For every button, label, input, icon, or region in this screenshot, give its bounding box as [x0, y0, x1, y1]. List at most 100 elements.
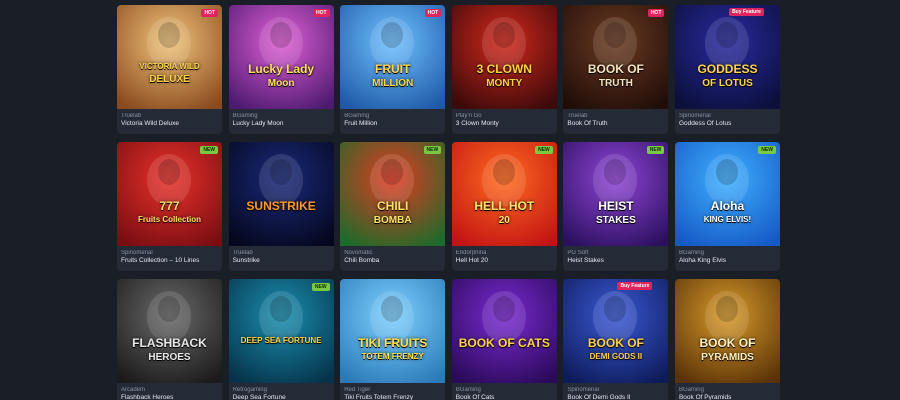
game-thumbnail[interactable]: Lucky Lady Moon HOT — [228, 5, 334, 109]
game-thumbnail[interactable]: BOOK OF TRUTH HOT — [563, 5, 669, 109]
game-name[interactable]: Heist Stakes — [567, 257, 664, 265]
game-thumbnail[interactable]: TIKI FRUITS TOTEM FRENZY — [340, 279, 446, 383]
game-name[interactable]: Deep Sea Fortune — [233, 394, 330, 400]
game-card-3-clown-monty[interactable]: 3 CLOWN MONTY Play'n Go 3 Clown Monty — [451, 5, 557, 134]
game-name[interactable]: Book Of Demi Gods II — [567, 394, 664, 400]
new-badge: NEW — [200, 146, 218, 154]
game-thumbnail[interactable]: BOOK OF DEMI GODS II Buy Feature — [563, 279, 669, 383]
game-thumbnail[interactable]: CHILI BOMBA NEW — [340, 142, 446, 246]
hot-badge: HOT — [313, 9, 330, 17]
game-card-heist-stakes[interactable]: HEIST STAKES NEW PG Soft Heist Stakes — [563, 142, 669, 271]
game-card-book-of-demi-gods-ii[interactable]: BOOK OF DEMI GODS II Buy Feature Spinome… — [563, 279, 669, 400]
game-card-book-of-pyramids[interactable]: BOOK OF PYRAMIDS BGaming Book Of Pyramid… — [674, 279, 780, 400]
game-name[interactable]: Book Of Truth — [567, 120, 664, 128]
new-badge: NEW — [535, 146, 553, 154]
game-thumbnail[interactable]: SUNSTRIKE — [228, 142, 334, 246]
game-name[interactable]: Fruits Collection – 10 Lines — [121, 257, 218, 265]
game-card-hell-hot-20[interactable]: HELL HOT 20 NEW Endorphina Hell Hot 20 — [451, 142, 557, 271]
game-card-flashback-heroes[interactable]: FLASHBACK HEROES Arcadem Flashback Heroe… — [117, 279, 222, 400]
hot-badge: HOT — [424, 9, 442, 17]
game-thumbnail[interactable]: HEIST STAKES NEW — [563, 142, 669, 246]
thumbnail-art — [563, 5, 669, 109]
game-meta: BGaming Lucky Lady Moon — [229, 109, 334, 128]
game-provider: PG Soft — [567, 250, 589, 256]
game-provider: Arcadem — [121, 387, 146, 393]
game-meta: Endorphina Hell Hot 20 — [452, 246, 557, 265]
game-name[interactable]: Tiki Fruits Totem Frenzy — [344, 394, 441, 400]
game-name[interactable]: Lucky Lady Moon — [233, 120, 330, 128]
thumbnail-art — [228, 5, 334, 109]
thumbnail-art — [340, 279, 446, 383]
game-card-fruits-collection-10-lines[interactable]: 777 Fruits Collection NEW Spinomenal Fru… — [117, 142, 222, 271]
game-thumbnail[interactable]: GODDESS OF LOTUS Buy Feature — [674, 5, 780, 109]
game-card-aloha-king-elvis[interactable]: Aloha KING ELVIS! NEW BGaming Aloha King… — [674, 142, 780, 271]
game-name[interactable]: Aloha King Elvis — [679, 257, 776, 265]
hot-badge: HOT — [647, 9, 665, 17]
new-badge: NEW — [646, 146, 665, 154]
game-logo-title: GODDESS — [697, 62, 758, 76]
game-name[interactable]: Hell Hot 20 — [456, 257, 553, 265]
game-logo-subtitle: BOMBA — [373, 215, 412, 226]
game-name[interactable]: Fruit Million — [344, 120, 441, 128]
thumbnail-art — [451, 142, 557, 246]
game-provider: BGaming — [232, 113, 258, 119]
game-thumbnail[interactable]: 777 Fruits Collection NEW — [117, 142, 222, 246]
game-card-lucky-lady-moon[interactable]: Lucky Lady Moon HOT BGaming Lucky Lady M… — [228, 5, 334, 134]
thumbnail-art — [228, 279, 334, 383]
game-provider: Spinomenal — [567, 387, 600, 393]
game-card-book-of-cats[interactable]: BOOK OF CATS BGaming Book Of Cats — [451, 279, 557, 400]
game-meta: Truelab Book Of Truth — [563, 109, 668, 128]
game-card-victoria-wild-deluxe[interactable]: VICTORIA WILD DELUXE HOT Truelab Victori… — [117, 5, 222, 134]
game-provider: Novomatic — [344, 250, 373, 256]
game-thumbnail[interactable]: BOOK OF PYRAMIDS — [674, 279, 780, 383]
game-card-goddess-of-lotus[interactable]: GODDESS OF LOTUS Buy Feature Spinomenal … — [674, 5, 780, 134]
game-logo-subtitle: KING ELVIS! — [703, 215, 752, 224]
game-card-tiki-fruits-totem-frenzy[interactable]: TIKI FRUITS TOTEM FRENZY Red Tiger Tiki … — [340, 279, 446, 400]
game-thumbnail[interactable]: VICTORIA WILD DELUXE HOT — [117, 5, 222, 109]
game-logo-title: FRUIT — [375, 62, 411, 76]
game-logo-subtitle: MONTY — [486, 78, 523, 89]
game-thumbnail[interactable]: DEEP SEA FORTUNE NEW — [228, 279, 334, 383]
game-meta: Retrogaming Deep Sea Fortune — [229, 383, 334, 400]
game-meta: BGaming Book Of Cats — [452, 383, 557, 400]
thumbnail-art — [563, 279, 669, 383]
game-card-sunstrike[interactable]: SUNSTRIKE Truelab Sunstrike — [228, 142, 334, 271]
game-name[interactable]: Goddess Of Lotus — [679, 120, 776, 128]
game-name[interactable]: Flashback Heroes — [121, 394, 218, 400]
game-thumbnail[interactable]: FLASHBACK HEROES — [117, 279, 222, 383]
thumbnail-art — [117, 142, 222, 246]
game-meta: BGaming Aloha King Elvis — [675, 246, 780, 265]
game-logo-title: HELL HOT — [474, 199, 535, 213]
buy-feature-badge: Buy Feature — [729, 8, 764, 16]
game-name[interactable]: 3 Clown Monty — [456, 120, 553, 128]
game-name[interactable]: Victoria Wild Deluxe — [121, 120, 218, 128]
game-logo-title: Aloha — [710, 199, 745, 213]
thumbnail-art — [228, 142, 334, 246]
game-provider: BGaming — [455, 387, 481, 393]
game-meta: BGaming Book Of Pyramids — [675, 383, 780, 400]
game-meta: Novomatic Chili Bomba — [340, 246, 445, 265]
game-name[interactable]: Book Of Pyramids — [679, 394, 776, 400]
game-meta: Red Tiger Tiki Fruits Totem Frenzy — [340, 383, 445, 400]
game-thumbnail[interactable]: BOOK OF CATS — [451, 279, 557, 383]
game-card-chili-bomba[interactable]: CHILI BOMBA NEW Novomatic Chili Bomba — [340, 142, 446, 271]
thumbnail-art — [674, 279, 780, 383]
game-card-fruit-million[interactable]: FRUIT MILLION HOT BGaming Fruit Million — [340, 5, 446, 134]
game-thumbnail[interactable]: FRUIT MILLION HOT — [340, 5, 446, 109]
game-card-deep-sea-fortune[interactable]: DEEP SEA FORTUNE NEW Retrogaming Deep Se… — [228, 279, 334, 400]
game-card-book-of-truth[interactable]: BOOK OF TRUTH HOT Truelab Book Of Truth — [563, 5, 669, 134]
new-badge: NEW — [423, 146, 442, 154]
game-thumbnail[interactable]: 3 CLOWN MONTY — [451, 5, 557, 109]
game-logo-title: BOOK OF — [699, 336, 756, 350]
game-name[interactable]: Book Of Cats — [456, 394, 553, 400]
game-provider: Truelab — [121, 113, 142, 119]
game-logo-title: DEEP SEA FORTUNE — [240, 336, 322, 345]
game-name[interactable]: Chili Bomba — [344, 257, 441, 265]
game-meta: Spinomenal Fruits Collection – 10 Lines — [117, 246, 222, 265]
game-thumbnail[interactable]: HELL HOT 20 NEW — [451, 142, 557, 246]
game-thumbnail[interactable]: Aloha KING ELVIS! NEW — [674, 142, 780, 246]
new-badge: NEW — [758, 146, 776, 154]
game-name[interactable]: Sunstrike — [233, 257, 330, 265]
game-logo-title: 777 — [159, 199, 180, 213]
game-meta: Truelab Sunstrike — [229, 246, 334, 265]
